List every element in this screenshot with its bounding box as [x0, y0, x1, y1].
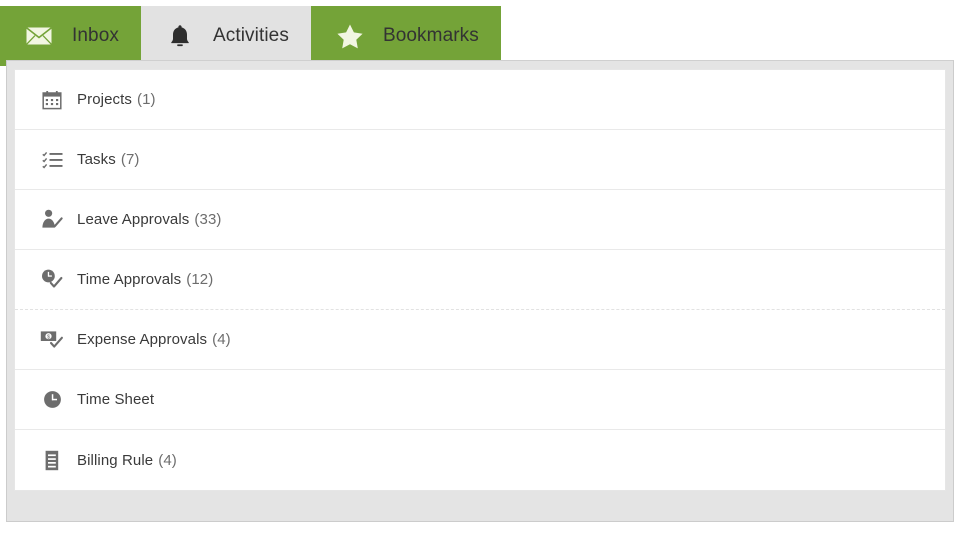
list-item-count: (12)	[186, 271, 214, 288]
list-item-projects[interactable]: Projects (1)	[15, 70, 945, 130]
list-item-time-approvals[interactable]: Time Approvals (12)	[15, 250, 945, 310]
tab-bar-filler	[501, 0, 960, 60]
tab-bar: Inbox Activities Bookmarks	[0, 0, 960, 66]
clock-icon	[39, 387, 65, 413]
list-item-billing-rule[interactable]: Billing Rule (4)	[15, 430, 945, 490]
calendar-icon	[39, 87, 65, 113]
tab-bookmarks[interactable]: Bookmarks	[310, 6, 501, 66]
activities-panel: Projects (1) Tasks (7) Leave Approvals (…	[6, 60, 954, 522]
person-check-icon	[39, 207, 65, 233]
list-item-count: (7)	[120, 151, 140, 168]
star-icon	[335, 21, 365, 51]
list-item-label: Billing Rule	[77, 451, 154, 469]
activities-list: Projects (1) Tasks (7) Leave Approvals (…	[14, 69, 946, 491]
tab-activities[interactable]: Activities	[140, 6, 311, 66]
list-item-time-sheet[interactable]: Time Sheet	[15, 370, 945, 430]
tab-inbox[interactable]: Inbox	[0, 6, 141, 66]
svg-text:$: $	[47, 334, 50, 340]
list-item-label: Time Approvals	[77, 271, 182, 288]
list-item-leave-approvals[interactable]: Leave Approvals (33)	[15, 190, 945, 250]
tab-activities-label: Activities	[212, 25, 289, 46]
money-check-icon: $	[39, 327, 65, 353]
list-item-count: (4)	[212, 331, 231, 348]
clock-check-icon	[39, 267, 65, 293]
list-item-count: (4)	[158, 451, 177, 469]
list-item-count: (1)	[137, 91, 156, 108]
bell-icon	[165, 21, 195, 51]
envelope-icon	[24, 21, 54, 51]
activities-panel-app: Inbox Activities Bookmarks Projects (1) …	[0, 0, 960, 533]
ordered-list-icon	[39, 147, 65, 173]
list-item-expense-approvals[interactable]: $ Expense Approvals (4)	[15, 310, 945, 370]
list-item-label: Projects	[77, 91, 132, 108]
tab-inbox-label: Inbox	[72, 25, 119, 46]
document-lines-icon	[39, 447, 65, 473]
list-item-count: (33)	[194, 211, 222, 228]
list-item-tasks[interactable]: Tasks (7)	[15, 130, 945, 190]
list-item-label: Time Sheet	[77, 391, 155, 408]
list-item-label: Expense Approvals	[77, 331, 208, 348]
list-item-label: Leave Approvals	[77, 211, 190, 228]
tab-bookmarks-label: Bookmarks	[382, 25, 479, 46]
list-item-label: Tasks	[77, 151, 116, 168]
